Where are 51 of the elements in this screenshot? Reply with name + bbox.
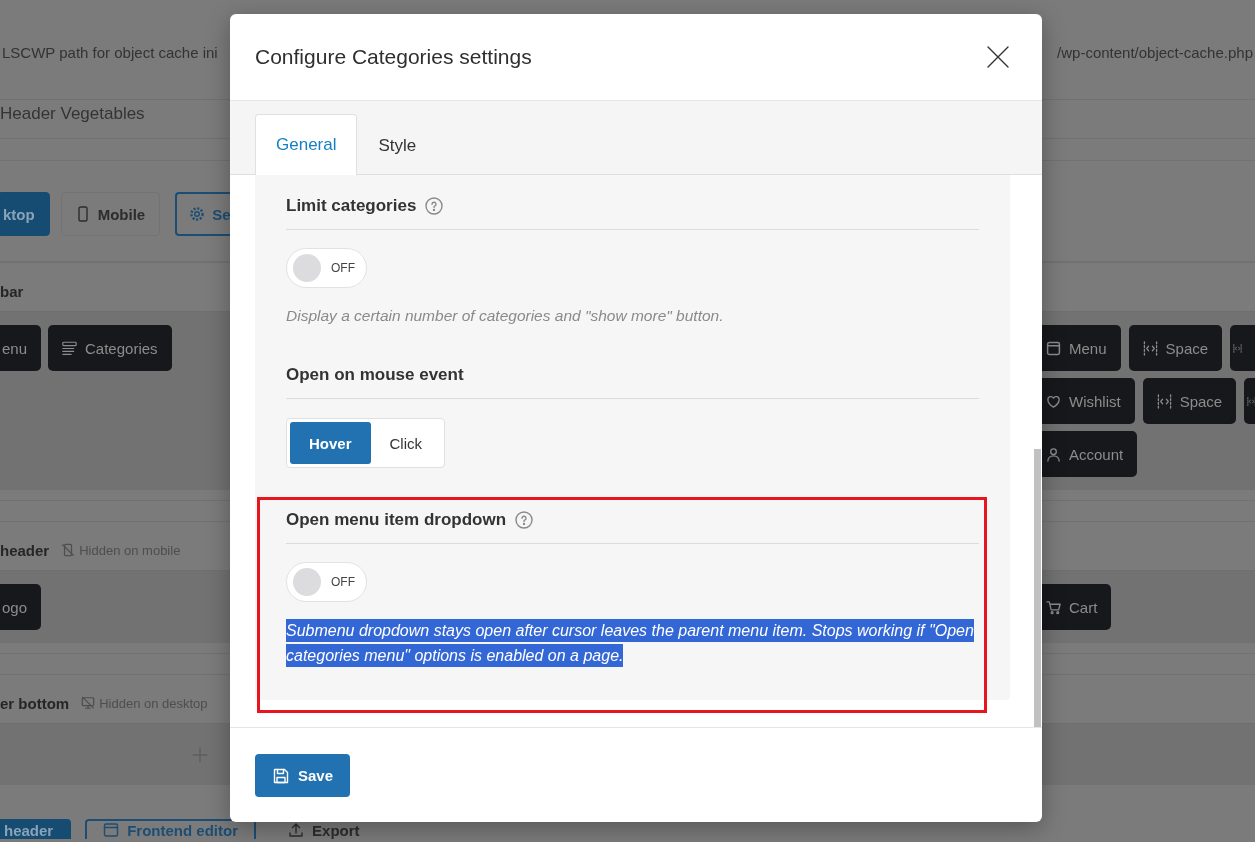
phone-icon xyxy=(75,206,90,222)
setting-label: LSCWP path for object cache ini xyxy=(2,43,218,63)
builder-element[interactable]: enu xyxy=(0,325,42,371)
segment-option[interactable]: Click xyxy=(370,422,442,464)
upload-icon xyxy=(288,822,305,838)
close-icon xyxy=(986,45,1010,69)
builder-element[interactable] xyxy=(1244,378,1255,424)
list-icon xyxy=(62,340,78,356)
phone-crossed-icon xyxy=(61,543,76,557)
setting-title: Open on mouse event xyxy=(286,364,464,386)
toggle-switch[interactable]: OFF xyxy=(286,562,367,602)
setting-title: Open menu item dropdown xyxy=(286,509,507,531)
dialog-title: Configure Categories settings xyxy=(255,45,532,69)
builder-element[interactable]: Categories xyxy=(48,325,172,371)
device-tab[interactable]: Mobile xyxy=(60,192,161,236)
scrollbar[interactable] xyxy=(1034,449,1041,727)
builder-element[interactable]: ogo xyxy=(0,584,42,630)
help-icon[interactable] xyxy=(515,511,534,529)
setting-value: /wp-content/object-cache.php xyxy=(1057,43,1253,63)
builder-element[interactable]: Account xyxy=(1042,431,1138,477)
builder-element[interactable]: Wishlist xyxy=(1042,378,1135,424)
row-title: header xyxy=(0,541,50,559)
help-icon[interactable] xyxy=(425,197,444,215)
segment-option[interactable]: Hover xyxy=(290,422,371,464)
window-icon xyxy=(1046,340,1061,356)
tab[interactable]: Style xyxy=(357,115,438,175)
page-button[interactable]: Export xyxy=(270,819,378,839)
save-button[interactable]: Save xyxy=(255,754,351,797)
builder-element[interactable]: Menu xyxy=(1042,325,1121,371)
header-name: Header Vegetables xyxy=(0,104,145,123)
builder-element[interactable]: Space xyxy=(1128,325,1223,371)
spacing-icon xyxy=(1142,340,1158,356)
setting-title: Limit categories xyxy=(286,195,417,217)
tab[interactable]: General xyxy=(255,114,358,175)
row-title: bar xyxy=(0,282,24,300)
device-tab[interactable]: ktop xyxy=(0,192,50,236)
window-icon xyxy=(103,822,120,838)
page-button[interactable]: header xyxy=(0,819,72,839)
gear-icon xyxy=(189,206,206,222)
row-title: er bottom xyxy=(0,694,70,712)
builder-element[interactable]: Cart xyxy=(1042,584,1112,630)
heart-icon xyxy=(1046,393,1061,409)
builder-element[interactable]: Space xyxy=(1142,378,1237,424)
monitor-crossed-icon xyxy=(81,696,96,710)
close-button[interactable] xyxy=(986,45,1010,69)
setting-description: Display a certain number of categories and "show more" button. xyxy=(286,306,725,326)
spacing-icon xyxy=(1156,393,1172,409)
cart-icon xyxy=(1046,599,1061,615)
person-icon xyxy=(1046,446,1061,462)
toggle-switch[interactable]: OFF xyxy=(286,248,367,288)
builder-element[interactable] xyxy=(1230,325,1255,371)
